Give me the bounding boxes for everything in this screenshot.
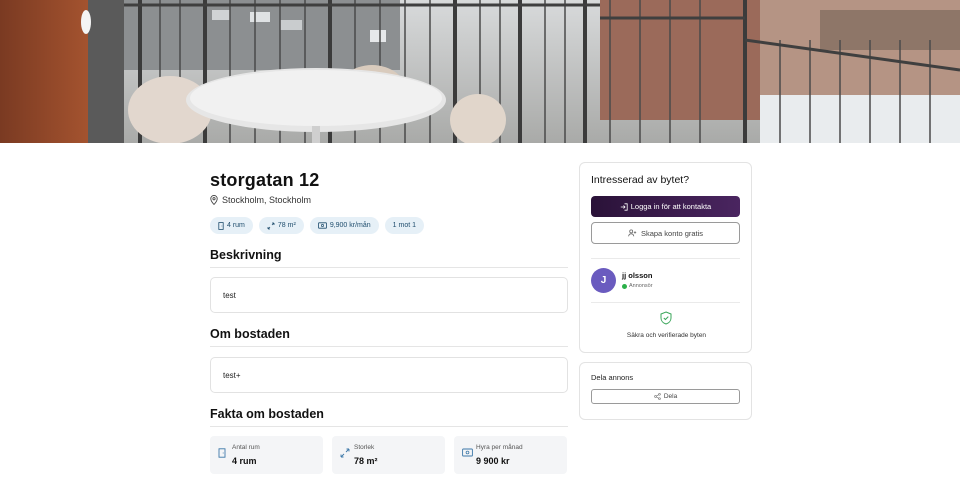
divider bbox=[210, 426, 568, 427]
tag-label: 4 rum bbox=[227, 222, 245, 229]
banknote-icon bbox=[462, 448, 473, 457]
page-title: storgatan 12 bbox=[210, 170, 320, 190]
user-plus-icon bbox=[628, 229, 637, 237]
expand-icon bbox=[267, 222, 275, 229]
tag-label: 78 m² bbox=[277, 222, 296, 229]
about-text: test+ bbox=[223, 370, 241, 380]
description-text: test bbox=[223, 290, 236, 300]
description-heading: Beskrivning bbox=[210, 248, 282, 262]
facts-grid: Antal rum 4 rum Storlek 78 m² Hyra per m… bbox=[210, 436, 567, 474]
tag-label: 9,900 kr/mån bbox=[329, 222, 371, 229]
fact-rent: Hyra per månad 9 900 kr bbox=[454, 436, 567, 474]
about-heading: Om bostaden bbox=[210, 327, 290, 341]
tag-exchange-type: 1 mot 1 bbox=[384, 217, 425, 234]
share-button-label: Dela bbox=[663, 393, 678, 400]
share-button[interactable]: Dela bbox=[591, 389, 740, 404]
create-account-button[interactable]: Skapa konto gratis bbox=[591, 222, 740, 244]
tag-list: 4 rum 78 m² 9,900 kr/mån 1 mot 1 bbox=[210, 217, 425, 234]
fact-value: 4 rum bbox=[232, 456, 257, 466]
door-icon bbox=[218, 221, 224, 230]
advertiser-role-text: Annonsör bbox=[629, 283, 653, 289]
online-status-icon bbox=[622, 283, 627, 289]
map-pin-icon bbox=[210, 195, 218, 205]
contact-card: Intresserad av bytet? Logga in för att k… bbox=[579, 162, 752, 353]
divider bbox=[210, 267, 568, 268]
banknote-icon bbox=[317, 222, 327, 229]
expand-icon bbox=[340, 448, 350, 458]
share-card-title: Dela annons bbox=[591, 373, 634, 382]
fact-value: 78 m² bbox=[354, 456, 378, 466]
balcony-photo bbox=[0, 0, 960, 143]
login-to-contact-button[interactable]: Logga in för att kontakta bbox=[591, 196, 740, 217]
share-card: Dela annons Dela bbox=[579, 362, 752, 420]
avatar-initial: J bbox=[600, 275, 607, 286]
tag-size: 78 m² bbox=[258, 217, 304, 234]
description-box: test bbox=[210, 277, 568, 313]
fact-size: Storlek 78 m² bbox=[332, 436, 445, 474]
login-icon bbox=[620, 202, 628, 211]
facts-heading: Fakta om bostaden bbox=[210, 407, 324, 421]
fact-label: Hyra per månad bbox=[476, 444, 523, 451]
tag-label: 1 mot 1 bbox=[392, 222, 417, 229]
door-icon bbox=[218, 448, 226, 458]
fact-label: Antal rum bbox=[232, 444, 260, 451]
secure-exchange-text: Säkra och verifierade byten bbox=[626, 332, 707, 339]
divider bbox=[591, 258, 740, 259]
avatar: J bbox=[591, 268, 616, 293]
advertiser-name: jj olsson bbox=[622, 271, 653, 280]
create-account-label: Skapa konto gratis bbox=[640, 228, 704, 238]
divider bbox=[210, 346, 568, 347]
advertiser-role: Annonsör bbox=[622, 283, 653, 289]
divider bbox=[591, 302, 740, 303]
fact-value: 9 900 kr bbox=[476, 456, 510, 466]
tag-rent: 9,900 kr/mån bbox=[309, 217, 379, 234]
tag-rooms: 4 rum bbox=[210, 217, 253, 234]
shield-check-icon bbox=[660, 311, 672, 325]
location: Stockholm, Stockholm bbox=[210, 195, 311, 205]
location-text: Stockholm, Stockholm bbox=[222, 195, 312, 205]
login-button-label: Logga in för att kontakta bbox=[630, 202, 712, 211]
contact-card-title: Intresserad av bytet? bbox=[591, 174, 690, 186]
hero-image bbox=[0, 0, 960, 143]
share-icon bbox=[654, 393, 661, 400]
fact-label: Storlek bbox=[354, 444, 375, 451]
fact-rooms: Antal rum 4 rum bbox=[210, 436, 323, 474]
about-box: test+ bbox=[210, 357, 568, 393]
